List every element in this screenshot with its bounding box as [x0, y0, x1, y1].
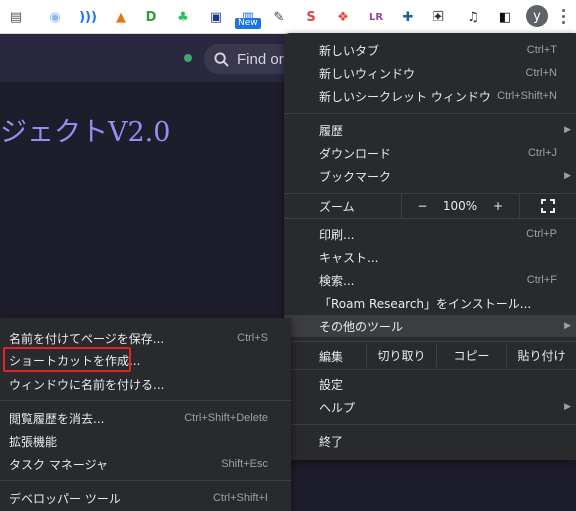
submenu-item-label: 拡張機能	[9, 434, 58, 449]
media-icon[interactable]: ♫	[462, 6, 484, 28]
submenu-item-name-window[interactable]: ウィンドウに名前を付ける...	[0, 373, 291, 395]
submenu-item-shortcut: Ctrl+S	[237, 332, 268, 344]
menu-item-label: キャスト...	[319, 250, 379, 265]
menu-item-label: 新しいシークレット ウィンドウ	[319, 89, 491, 104]
menu-item-bookmarks[interactable]: ブックマーク ▶	[284, 165, 576, 187]
submenu-item-shortcut: Ctrl+Shift+I	[212, 492, 268, 504]
menu-item-find[interactable]: 検索... Ctrl+F	[284, 269, 576, 291]
menu-item-label: ブックマーク	[319, 169, 392, 184]
menu-item-downloads[interactable]: ダウンロード Ctrl+J	[284, 142, 576, 164]
search-icon	[214, 51, 229, 67]
menu-item-label: 検索...	[319, 273, 355, 288]
paste-button[interactable]: 貼り付け	[506, 343, 576, 367]
fire-icon[interactable]: ❖	[332, 6, 354, 28]
browser-toolbar: ▤ ◉))) ▲ D ♣ ▣ ▥ ✎ S ❖ LR ✚ ❐ ♫ ◧ ✦ New y	[0, 0, 576, 34]
menu-item-label: ダウンロード	[319, 146, 392, 161]
submenu-arrow-icon: ▶	[564, 171, 571, 181]
lr-icon[interactable]: LR	[365, 6, 387, 28]
menu-item-label: 新しいタブ	[319, 43, 380, 58]
menu-divider	[0, 480, 291, 481]
zoom-row: ズーム − 100% +	[284, 194, 576, 218]
side-panel-icon[interactable]: ◧	[494, 6, 516, 28]
menu-item-shortcut: Ctrl+N	[525, 67, 557, 79]
submenu-arrow-icon: ▶	[564, 125, 571, 135]
menu-divider	[284, 341, 576, 342]
menu-divider	[0, 400, 291, 401]
submenu-item-label: 名前を付けてページを保存...	[9, 331, 165, 346]
copy-button[interactable]: コピー	[436, 343, 506, 367]
menu-item-settings[interactable]: 設定	[284, 373, 576, 395]
more-tools-submenu: 名前を付けてページを保存... Ctrl+S ショートカットを作成... ウィン…	[0, 318, 291, 511]
submenu-item-label: 閲覧履歴を消去...	[9, 411, 105, 426]
zoom-out-button[interactable]: −	[401, 194, 443, 218]
menu-item-install-app[interactable]: 「Roam Research」をインストール...	[284, 292, 576, 314]
menu-item-label: 設定	[319, 377, 344, 392]
menu-item-label: 履歴	[319, 123, 344, 138]
menu-item-shortcut: Ctrl+Shift+N	[497, 90, 557, 102]
new-badge: New	[235, 18, 261, 29]
menu-item-shortcut: Ctrl+T	[526, 44, 557, 56]
menu-item-new-window[interactable]: 新しいウィンドウ Ctrl+N	[284, 62, 576, 84]
menu-item-label: 終了	[319, 434, 344, 449]
profile-avatar[interactable]: y	[526, 5, 548, 27]
s-logo-icon[interactable]: S	[300, 6, 322, 28]
sync-status-dot	[184, 54, 192, 62]
menu-divider	[284, 218, 576, 219]
submenu-item-save-page[interactable]: 名前を付けてページを保存... Ctrl+S	[0, 327, 291, 349]
menu-item-help[interactable]: ヘルプ ▶	[284, 396, 576, 418]
highlight-annotation-box	[3, 347, 131, 372]
menu-item-cast[interactable]: キャスト...	[284, 246, 576, 268]
submenu-item-shortcut: Shift+Esc	[221, 458, 268, 470]
evernote-icon[interactable]: ♣	[172, 6, 194, 28]
menu-item-more-tools[interactable]: その他のツール ▶	[284, 315, 576, 337]
clipboard-icon[interactable]: ▤	[5, 6, 27, 28]
menu-item-history[interactable]: 履歴 ▶	[284, 119, 576, 141]
menu-divider	[284, 113, 576, 114]
submenu-item-dev-tools[interactable]: デベロッパー ツール Ctrl+Shift+I	[0, 487, 291, 509]
menu-item-new-incognito[interactable]: 新しいシークレット ウィンドウ Ctrl+Shift+N	[284, 85, 576, 107]
edit-row: 編集 切り取り コピー 貼り付け	[284, 343, 576, 367]
menu-item-label: ヘルプ	[319, 400, 356, 415]
record-icon[interactable]: ◉	[44, 6, 66, 28]
wifi-signal-icon[interactable]: )))	[77, 6, 99, 28]
submenu-item-extensions[interactable]: 拡張機能	[0, 430, 291, 452]
cut-button[interactable]: 切り取り	[366, 343, 436, 367]
menu-item-label: その他のツール	[319, 319, 404, 334]
menu-item-print[interactable]: 印刷... Ctrl+P	[284, 223, 576, 245]
menu-item-shortcut: Ctrl+P	[526, 228, 557, 240]
screenshot-icon[interactable]: ▣	[205, 6, 227, 28]
submenu-item-task-manager[interactable]: タスク マネージャ Shift+Esc	[0, 453, 291, 475]
metamask-fox-icon[interactable]: ▲	[110, 6, 132, 28]
edit-label: 編集	[319, 350, 344, 364]
fullscreen-icon	[541, 199, 555, 213]
submenu-arrow-icon: ▶	[564, 321, 571, 331]
zoom-in-button[interactable]: +	[477, 194, 519, 218]
page-title: ジェクトV2.0	[0, 117, 171, 148]
network-icon[interactable]: ✚	[397, 6, 419, 28]
zoom-level: 100%	[442, 199, 478, 213]
submenu-item-label: デベロッパー ツール	[9, 491, 121, 506]
menu-item-shortcut: Ctrl+J	[527, 147, 557, 159]
menu-item-new-tab[interactable]: 新しいタブ Ctrl+T	[284, 39, 576, 61]
menu-divider	[284, 369, 576, 370]
d-logo-icon[interactable]: D	[140, 6, 162, 28]
brush-icon[interactable]: ✎	[268, 6, 290, 28]
menu-item-exit[interactable]: 終了	[284, 430, 576, 452]
submenu-item-clear-data[interactable]: 閲覧履歴を消去... Ctrl+Shift+Delete	[0, 407, 291, 429]
menu-item-shortcut: Ctrl+F	[526, 274, 557, 286]
submenu-item-label: タスク マネージャ	[9, 457, 108, 472]
submenu-item-shortcut: Ctrl+Shift+Delete	[184, 412, 268, 424]
fullscreen-button[interactable]	[519, 194, 576, 218]
submenu-arrow-icon: ▶	[564, 402, 571, 412]
submenu-item-label: ウィンドウに名前を付ける...	[9, 377, 165, 392]
menu-item-label: 「Roam Research」をインストール...	[319, 296, 532, 311]
chrome-main-menu: 新しいタブ Ctrl+T 新しいウィンドウ Ctrl+N 新しいシークレット ウ…	[284, 33, 576, 460]
more-menu-icon[interactable]	[556, 5, 570, 27]
puzzle-icon[interactable]: ✦	[427, 6, 449, 28]
menu-item-label: 印刷...	[319, 227, 355, 242]
search-label: Find or	[237, 50, 284, 68]
zoom-label: ズーム	[319, 200, 355, 214]
menu-divider	[284, 424, 576, 425]
menu-item-label: 新しいウィンドウ	[319, 66, 416, 81]
